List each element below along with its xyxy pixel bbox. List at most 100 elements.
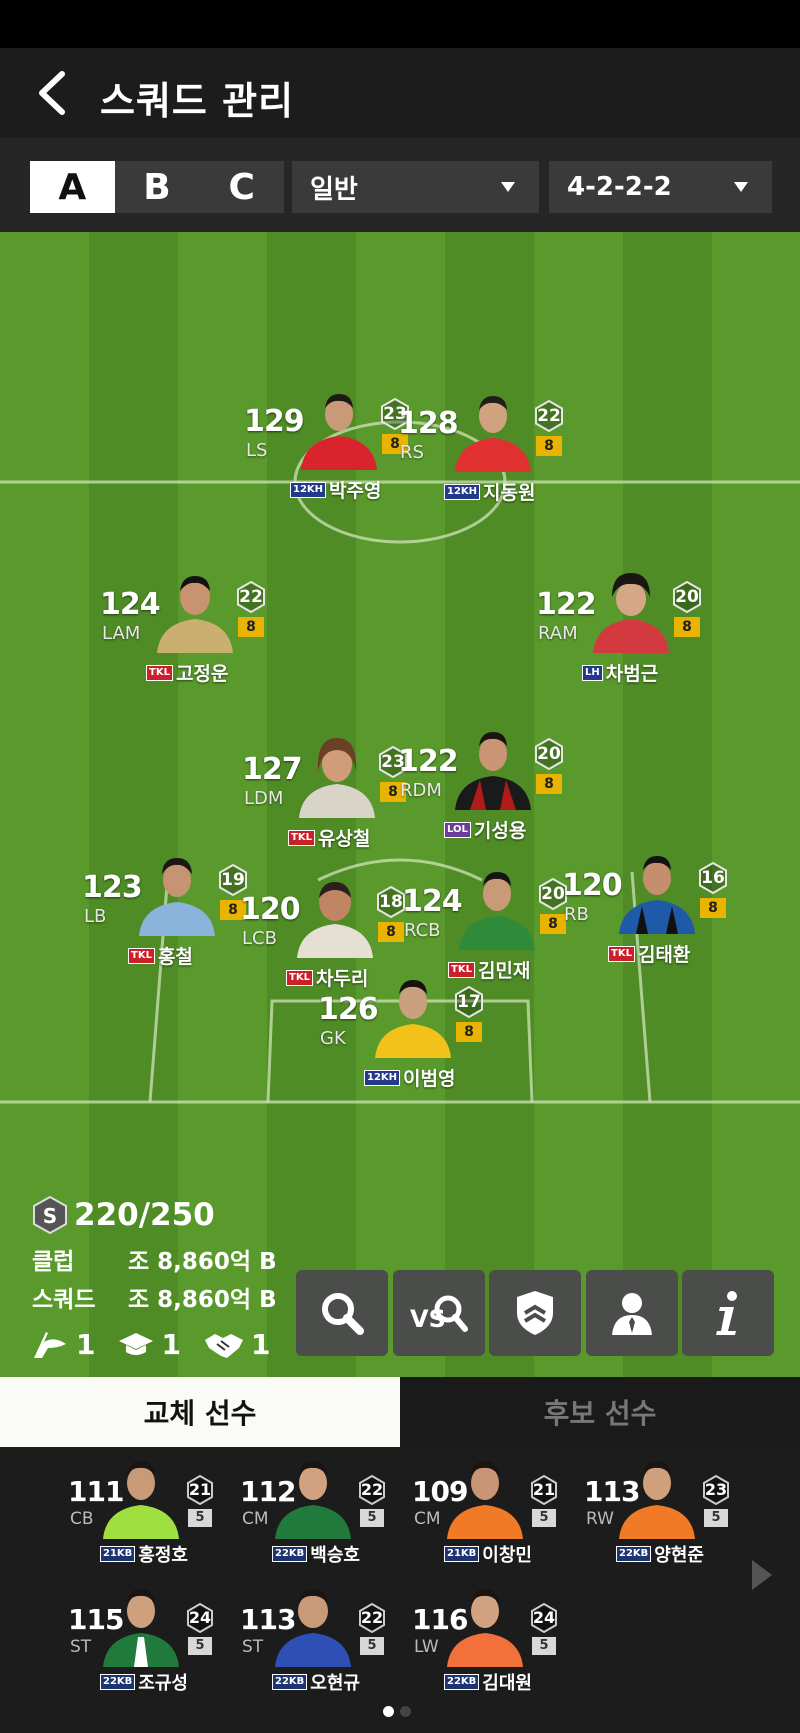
- enhance-level: 5: [188, 1637, 212, 1655]
- bottom-tabs: 교체 선수 후보 선수: [0, 1377, 800, 1447]
- sub-card[interactable]: 112 CM 22 5 22KB 백승호: [240, 1449, 410, 1569]
- player-position: LS: [246, 440, 268, 461]
- player-position: ST: [70, 1637, 92, 1657]
- player-portrait: [103, 1589, 179, 1667]
- club-value: 조 8,860억 BP: [128, 1249, 278, 1275]
- enhance-level: 8: [674, 617, 700, 637]
- sub-card[interactable]: 115 ST 24 5 22KB 조규성: [68, 1577, 238, 1697]
- player-name: 홍정호: [138, 1545, 188, 1566]
- player-position: LB: [84, 906, 107, 927]
- sub-card[interactable]: 116 LW 24 5 22KB 김대원: [412, 1577, 582, 1697]
- player-ovr: 127: [242, 752, 303, 787]
- player-card-ram[interactable]: 122 RAM 20 8 LH 차범근: [536, 567, 736, 697]
- player-ovr: 120: [562, 868, 623, 903]
- graduation-cap-icon: [119, 1332, 154, 1355]
- mode-dropdown[interactable]: 일반: [292, 161, 539, 213]
- player-position: RDM: [400, 780, 442, 801]
- chemistry-value-box: 16: [698, 862, 728, 894]
- player-card-lam[interactable]: 124 LAM 22 8 TKL 고정운: [100, 567, 300, 697]
- player-card-rb[interactable]: 120 RB 16 8 TKL 김태환: [562, 848, 762, 978]
- season-badge: LH: [582, 664, 603, 681]
- player-position: LCB: [242, 928, 277, 949]
- handshake-count: 1: [250, 1328, 271, 1361]
- salary-value: 220/250: [74, 1197, 215, 1233]
- player-position: RW: [586, 1509, 614, 1529]
- player-name-row: 22KB 조규성: [100, 1669, 188, 1695]
- player-name-row: 21KB 이창민: [444, 1541, 532, 1567]
- player-name-row: 22KB 오현규: [272, 1669, 360, 1695]
- person-icon: [612, 1293, 652, 1335]
- enhance-level: 8: [536, 774, 562, 794]
- player-ovr: 124: [100, 587, 161, 622]
- player-name: 조규성: [138, 1673, 188, 1694]
- sub-card[interactable]: 111 CB 21 5 21KB 홍정호: [68, 1449, 238, 1569]
- enhance-level: 8: [238, 617, 264, 637]
- manager-button[interactable]: [586, 1270, 678, 1356]
- squad-controls: A B C 일반 4-2-2-2: [0, 138, 800, 232]
- squad-tab-a[interactable]: A: [30, 161, 115, 213]
- player-portrait: [275, 1461, 351, 1539]
- chemistry-value: 20: [537, 744, 561, 764]
- player-name-row: 22KB 백승호: [272, 1541, 360, 1567]
- chemistry-value-box: 21: [530, 1475, 558, 1505]
- caret-down-icon: [501, 182, 515, 192]
- next-page-arrow-icon[interactable]: [752, 1560, 772, 1590]
- page-dot-2[interactable]: [400, 1706, 411, 1717]
- caret-down-icon: [734, 182, 748, 192]
- salary-row: S 220/250: [32, 1196, 286, 1234]
- page-dot-1[interactable]: [383, 1706, 394, 1717]
- player-name: 이범영: [403, 1068, 456, 1090]
- squad-tab-c[interactable]: C: [199, 161, 284, 213]
- player-card-rs[interactable]: 128 RS 22 8 12KH 지동원: [398, 386, 598, 516]
- back-button[interactable]: [30, 68, 80, 118]
- chemistry-value: 24: [532, 1608, 556, 1627]
- player-portrait: [275, 1589, 351, 1667]
- season-badge: 22KB: [272, 1546, 308, 1562]
- player-name-row: LOL 기성용: [444, 816, 526, 843]
- shield-button[interactable]: [489, 1270, 581, 1356]
- chemistry-value: 24: [188, 1608, 212, 1627]
- chevron-left-icon: [39, 71, 65, 115]
- sub-card[interactable]: 113 RW 23 5 22KB 양현준: [584, 1449, 754, 1569]
- compare-search-button[interactable]: VS: [393, 1270, 485, 1356]
- substitutes-panel: 111 CB 21 5 21KB 홍정호 112 CM 22 5 22KB 백승…: [0, 1447, 800, 1733]
- player-name-row: LH 차범근: [582, 659, 658, 686]
- formation-dropdown[interactable]: 4-2-2-2: [549, 161, 772, 213]
- sub-card[interactable]: 109 CM 21 5 21KB 이창민: [412, 1449, 582, 1569]
- chemistry-value-box: 21: [186, 1475, 214, 1505]
- cap-count: 1: [161, 1328, 181, 1361]
- season-badge: LOL: [444, 821, 471, 838]
- handshake-icon: [204, 1333, 243, 1358]
- chemistry-value-box: 22: [358, 1475, 386, 1505]
- tab-reserves[interactable]: 후보 선수: [400, 1377, 800, 1447]
- player-ovr: 129: [244, 404, 305, 439]
- player-portrait: [157, 576, 233, 653]
- player-portrait: [459, 872, 535, 950]
- search-button[interactable]: [296, 1270, 388, 1356]
- player-position: GK: [320, 1028, 346, 1049]
- chemistry-value-box: 23: [702, 1475, 730, 1505]
- player-card-rdm[interactable]: 122 RDM 20 8 LOL 기성용: [398, 724, 598, 854]
- tab-substitutes[interactable]: 교체 선수: [0, 1377, 400, 1447]
- player-name-row: TKL 김태환: [608, 940, 690, 967]
- player-ovr: 122: [536, 587, 597, 622]
- player-name: 양현준: [654, 1545, 704, 1566]
- info-button[interactable]: [682, 1270, 774, 1356]
- svg-text:S: S: [43, 1204, 57, 1228]
- player-portrait: [455, 396, 531, 472]
- enhance-level: 5: [532, 1637, 556, 1655]
- player-position: CB: [70, 1509, 94, 1529]
- player-name-row: 12KH 이범영: [364, 1064, 456, 1091]
- squad-tab-b[interactable]: B: [115, 161, 200, 213]
- season-badge: 22KB: [616, 1546, 652, 1562]
- squad-tabs: A B C: [30, 161, 284, 213]
- player-portrait: [455, 732, 531, 810]
- chemistry-value: 16: [701, 868, 725, 888]
- sub-card[interactable]: 113 ST 22 5 22KB 오현규: [240, 1577, 410, 1697]
- player-position: CM: [414, 1509, 441, 1529]
- player-name: 차범근: [605, 663, 659, 685]
- player-portrait: [619, 856, 695, 934]
- player-name-row: TKL 홍철: [128, 942, 193, 969]
- chemistry-value: 22: [360, 1608, 384, 1627]
- player-card-gk[interactable]: 126 GK 17 8 12KH 이범영: [318, 972, 518, 1102]
